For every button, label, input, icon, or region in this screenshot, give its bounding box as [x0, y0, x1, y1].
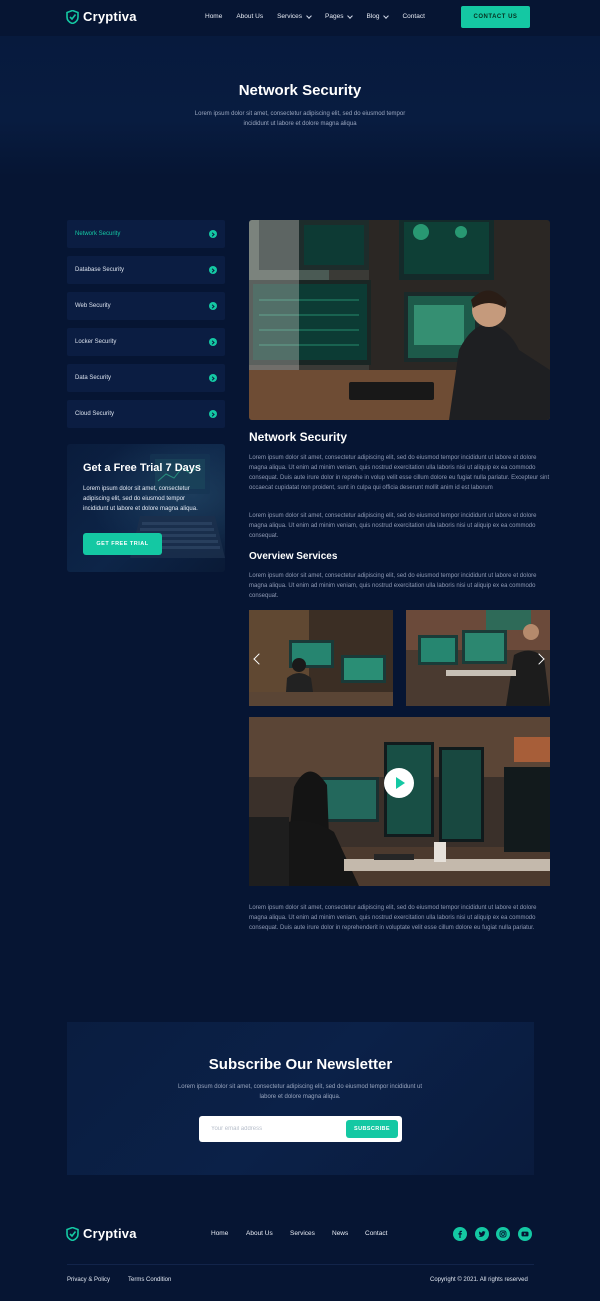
newsletter-title: Subscribe Our Newsletter	[208, 1056, 393, 1073]
play-video-button[interactable]	[384, 768, 414, 798]
content-paragraph-1: Lorem ipsum dolor sit amet, consectetur …	[249, 455, 550, 491]
nav-contact[interactable]: Contact	[402, 13, 424, 20]
footer-nav-services[interactable]: Services	[290, 1230, 315, 1237]
network-security-image	[249, 220, 550, 420]
nav-about-label: About Us	[236, 13, 264, 20]
footer-nav-contact[interactable]: Contact	[365, 1230, 387, 1237]
content-paragraph-2: Lorem ipsum dolor sit amet, consectetur …	[249, 513, 537, 539]
page-hero	[0, 36, 600, 176]
sidebar-item-label: Locker Security	[75, 339, 117, 345]
nav-blog-label: Blog	[366, 13, 380, 20]
sidebar-item-data-security[interactable]: Data Security	[67, 364, 225, 392]
content-paragraph-4: Lorem ipsum dolor sit amet, consectetur …	[249, 905, 537, 931]
arrow-right-circle-icon	[209, 266, 217, 274]
nav-pages-label: Pages	[325, 13, 344, 20]
nav-services-label: Services	[277, 13, 303, 20]
footer-brand-name: Cryptiva	[83, 1226, 137, 1241]
content-title: Network Security	[249, 430, 348, 444]
sidebar-item-label: Database Security	[75, 267, 125, 273]
arrow-right-circle-icon	[209, 374, 217, 382]
contact-us-button[interactable]: CONTACT US	[461, 6, 530, 28]
arrow-right-circle-icon	[209, 230, 217, 238]
sidebar-item-web-security[interactable]: Web Security	[67, 292, 225, 320]
main-nav: Home About Us Services Pages Blog Contac…	[205, 12, 439, 20]
page-title: Network Security	[238, 82, 362, 99]
shield-logo-icon	[66, 1226, 79, 1241]
sidebar-item-label: Web Security	[75, 303, 111, 309]
sidebar-item-label: Cloud Security	[75, 411, 115, 417]
sidebar-item-label: Data Security	[75, 375, 112, 381]
brand-logo[interactable]: Cryptiva	[66, 9, 137, 24]
chevron-down-icon	[347, 12, 354, 19]
chevron-down-icon	[383, 12, 390, 19]
video-thumbnail[interactable]	[249, 717, 550, 886]
sidebar-item-network-security[interactable]: Network Security	[67, 220, 225, 248]
sidebar-item-locker-security[interactable]: Locker Security	[67, 328, 225, 356]
gallery-image-2	[406, 610, 550, 706]
trial-description: Lorem ipsum dolor sit amet, consectetur …	[83, 486, 198, 512]
email-field[interactable]	[211, 1123, 341, 1135]
brand-name: Cryptiva	[83, 9, 137, 24]
arrow-right-circle-icon	[209, 410, 217, 418]
footer-nav-home[interactable]: Home	[211, 1230, 228, 1237]
nav-services[interactable]: Services	[277, 12, 312, 20]
nav-contact-label: Contact	[402, 13, 425, 20]
shield-logo-icon	[66, 9, 79, 24]
get-free-trial-button[interactable]: GET FREE TRIAL	[83, 533, 162, 555]
footer-brand-logo[interactable]: Cryptiva	[66, 1226, 137, 1241]
sidebar-item-database-security[interactable]: Database Security	[67, 256, 225, 284]
arrow-right-circle-icon	[209, 338, 217, 346]
subscribe-button[interactable]: SUBSCRIBE	[346, 1120, 398, 1138]
footer-divider	[67, 1264, 534, 1265]
terms-condition-link[interactable]: Terms Condition	[128, 1277, 171, 1283]
overview-paragraph: Lorem ipsum dolor sit amet, consectetur …	[249, 573, 537, 599]
page-subtitle: Lorem ipsum dolor sit amet, consectetur …	[194, 111, 406, 127]
newsletter-subtitle: Lorem ipsum dolor sit amet, consectetur …	[177, 1084, 423, 1100]
arrow-right-circle-icon	[209, 302, 217, 310]
footer-nav-news[interactable]: News	[332, 1230, 348, 1237]
nav-blog[interactable]: Blog	[366, 12, 390, 20]
privacy-policy-link[interactable]: Privacy & Policy	[67, 1277, 110, 1283]
nav-home-label: Home	[205, 13, 223, 20]
footer-nav-about[interactable]: About Us	[246, 1230, 273, 1237]
gallery-image-1	[249, 610, 393, 706]
instagram-icon[interactable]	[496, 1227, 510, 1241]
twitter-icon[interactable]	[475, 1227, 489, 1241]
chevron-down-icon	[306, 12, 312, 19]
facebook-icon[interactable]	[453, 1227, 467, 1241]
sidebar-item-cloud-security[interactable]: Cloud Security	[67, 400, 225, 428]
nav-pages[interactable]: Pages	[325, 12, 354, 20]
nav-home[interactable]: Home	[205, 13, 222, 20]
trial-title: Get a Free Trial 7 Days	[83, 462, 202, 474]
youtube-icon[interactable]	[518, 1227, 532, 1241]
copyright-text: Copyright © 2021. All rights reserved	[430, 1277, 528, 1283]
overview-title: Overview Services	[249, 551, 338, 562]
sidebar-item-label: Network Security	[75, 231, 121, 237]
nav-about[interactable]: About Us	[236, 13, 263, 20]
